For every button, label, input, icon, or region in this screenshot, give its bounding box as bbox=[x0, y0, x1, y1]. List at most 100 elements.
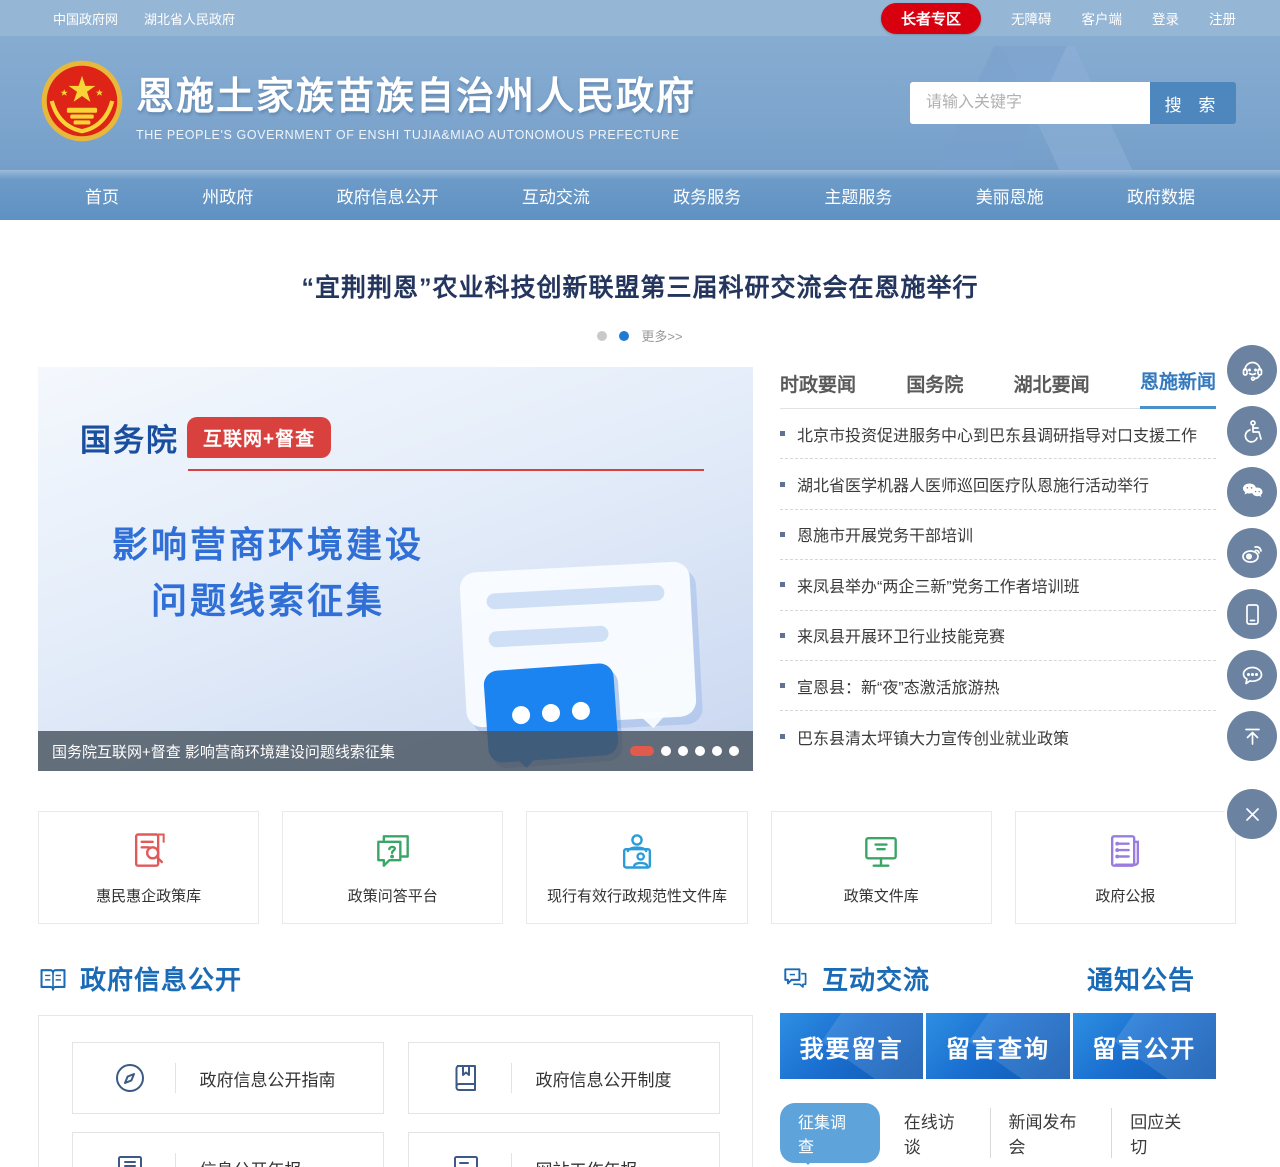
accessibility-icon bbox=[1239, 418, 1266, 445]
card-policy-library[interactable]: 惠民惠企政策库 bbox=[38, 811, 259, 924]
carousel-banner[interactable]: 国务院 互联网+督查 影响营商环境建设 问题线索征集 国务院互联网+督查 影响营… bbox=[38, 367, 753, 771]
weibo-button[interactable] bbox=[1227, 528, 1277, 578]
customer-service-icon bbox=[1239, 357, 1266, 384]
nav-item[interactable]: 主题服务 bbox=[814, 179, 902, 212]
info-item-annual-report[interactable]: 信息公开年报 bbox=[72, 1132, 384, 1167]
interaction-section: 互动交流 通知公告 我要留言留言查询留言公开 征集调查在线访谈新闻发布会回应关切… bbox=[780, 960, 1216, 1167]
info-item-system[interactable]: 政府信息公开制度 bbox=[408, 1042, 720, 1114]
banner-dot-active[interactable] bbox=[630, 746, 654, 756]
site-header: 恩施土家族苗族自治州人民政府 THE PEOPLE'S GOVERNMENT O… bbox=[0, 36, 1280, 170]
news-item[interactable]: 宣恩县：新“夜”态激活旅游热 bbox=[780, 661, 1216, 711]
news-tab[interactable]: 时政要闻 bbox=[780, 370, 856, 409]
banner-head: 国务院 互联网+督查 bbox=[80, 415, 331, 460]
banner-caption-text[interactable]: 国务院互联网+督查 影响营商环境建设问题线索征集 bbox=[52, 741, 395, 762]
news-tabs: 时政要闻 国务院 湖北要闻 恩施新闻 bbox=[780, 367, 1216, 409]
mobile-app-button[interactable] bbox=[1227, 589, 1277, 639]
news-item[interactable]: 来凤县举办“两企三新”党务工作者培训班 bbox=[780, 560, 1216, 610]
utility-links: 无障碍 客户端 登录 注册 bbox=[1011, 8, 1236, 28]
news-tab[interactable]: 国务院 bbox=[906, 370, 963, 409]
utility-link[interactable]: 无障碍 bbox=[1011, 8, 1052, 28]
banner-dot[interactable] bbox=[729, 746, 739, 756]
interaction-tab[interactable]: 在线访谈 bbox=[886, 1108, 990, 1158]
card-policy-qa[interactable]: 政策问答平台 bbox=[282, 811, 503, 924]
info-item-website-report[interactable]: 网站工作年报 bbox=[408, 1132, 720, 1167]
comment-icon bbox=[1239, 662, 1266, 689]
card-gov-gazette[interactable]: 政府公报 bbox=[1015, 811, 1236, 924]
section-title[interactable]: 互动交流 bbox=[822, 960, 930, 997]
news-list: 北京市投资促进服务中心到巴东县调研指导对口支援工作湖北省医学机器人医师巡回医疗队… bbox=[780, 409, 1216, 762]
carousel-dot-active[interactable] bbox=[619, 331, 629, 341]
weibo-icon bbox=[1239, 540, 1266, 567]
message-button[interactable]: 我要留言 bbox=[780, 1013, 923, 1079]
banner-dot[interactable] bbox=[661, 746, 671, 756]
floating-sidebar bbox=[1227, 345, 1277, 839]
info-item-label: 政府信息公开指南 bbox=[200, 1066, 336, 1091]
main-row: 国务院 互联网+督查 影响营商环境建设 问题线索征集 国务院互联网+督查 影响营… bbox=[38, 367, 1236, 771]
message-board-button[interactable] bbox=[1227, 650, 1277, 700]
info-item-label: 网站工作年报 bbox=[536, 1156, 638, 1167]
close-icon bbox=[1239, 801, 1266, 828]
news-item[interactable]: 湖北省医学机器人医师巡回医疗队恩施行活动举行 bbox=[780, 459, 1216, 509]
banner-dot[interactable] bbox=[678, 746, 688, 756]
back-to-top-button[interactable] bbox=[1227, 711, 1277, 761]
news-item[interactable]: 北京市投资促进服务中心到巴东县调研指导对口支援工作 bbox=[780, 409, 1216, 459]
nav-item[interactable]: 互动交流 bbox=[512, 179, 600, 212]
news-item[interactable]: 来凤县开展环卫行业技能竞赛 bbox=[780, 611, 1216, 661]
utility-link[interactable]: 注册 bbox=[1209, 8, 1236, 28]
card-normative-docs[interactable]: 现行有效行政规范性文件库 bbox=[526, 811, 747, 924]
info-item-guide[interactable]: 政府信息公开指南 bbox=[72, 1042, 384, 1114]
nav-item[interactable]: 首页 bbox=[75, 179, 129, 212]
carousel-dot[interactable] bbox=[597, 331, 607, 341]
interaction-tab[interactable]: 征集调查 bbox=[780, 1103, 880, 1163]
interaction-tab[interactable]: 回应关切 bbox=[1111, 1108, 1216, 1158]
nav-item[interactable]: 美丽恩施 bbox=[966, 179, 1054, 212]
section-title[interactable]: 政府信息公开 bbox=[80, 960, 242, 997]
message-button[interactable]: 留言查询 bbox=[926, 1013, 1069, 1079]
search-input[interactable] bbox=[910, 82, 1150, 124]
info-panel: 政府信息公开指南 政府信息公开制度 信息公开年报 bbox=[38, 1015, 753, 1167]
page: 中国政府网 湖北省人民政府 长者专区 无障碍 客户端 登录 注册 恩施土家族苗族自治州人… bbox=[0, 0, 1280, 1167]
banner-title-line1: 影响营商环境建设 bbox=[38, 517, 498, 573]
close-sidebar-button[interactable] bbox=[1227, 789, 1277, 839]
book-icon bbox=[449, 1061, 483, 1095]
utility-link[interactable]: 客户端 bbox=[1082, 8, 1123, 28]
banner-title: 影响营商环境建设 问题线索征集 bbox=[38, 517, 498, 629]
nav-item[interactable]: 政务服务 bbox=[663, 179, 751, 212]
banner-dot[interactable] bbox=[712, 746, 722, 756]
nav-item[interactable]: 政府信息公开 bbox=[327, 179, 449, 212]
nav-item[interactable]: 政府数据 bbox=[1117, 179, 1205, 212]
elder-zone-badge[interactable]: 长者专区 bbox=[881, 3, 981, 34]
main-nav: 首页 州政府 政府信息公开 互动交流 政务服务 主题服务 美丽恩施 政府数据 bbox=[0, 170, 1280, 220]
nav-item[interactable]: 州政府 bbox=[192, 179, 263, 212]
news-item[interactable]: 恩施市开展党务干部培训 bbox=[780, 510, 1216, 560]
quick-cards-row: 惠民惠企政策库 政策问答平台 现行有效行政规范性文件库 政策文件库 bbox=[38, 811, 1236, 924]
info-item-label: 政府信息公开制度 bbox=[536, 1066, 672, 1091]
search-box: 搜 索 bbox=[910, 82, 1236, 124]
card-policy-files[interactable]: 政策文件库 bbox=[771, 811, 992, 924]
wechat-button[interactable] bbox=[1227, 467, 1277, 517]
gov-link[interactable]: 湖北省人民政府 bbox=[144, 9, 235, 28]
search-button[interactable]: 搜 索 bbox=[1150, 82, 1236, 124]
news-tab[interactable]: 湖北要闻 bbox=[1014, 370, 1090, 409]
notice-heading[interactable]: 通知公告 bbox=[1066, 960, 1216, 997]
mobile-icon bbox=[1239, 601, 1266, 628]
info-section-head: 政府信息公开 bbox=[38, 960, 753, 997]
message-button[interactable]: 留言公开 bbox=[1073, 1013, 1216, 1079]
top-headline[interactable]: “宜荆荆恩”农业科技创新联盟第三届科研交流会在恩施举行 bbox=[0, 268, 1280, 304]
message-buttons: 我要留言留言查询留言公开 bbox=[780, 1013, 1216, 1079]
gov-link[interactable]: 中国政府网 bbox=[53, 9, 118, 28]
news-item[interactable]: 巴东县清太坪镇大力宣传创业就业政策 bbox=[780, 711, 1216, 761]
interaction-tab[interactable]: 新闻发布会 bbox=[990, 1108, 1112, 1158]
utility-link[interactable]: 登录 bbox=[1152, 8, 1179, 28]
accessibility-button[interactable] bbox=[1227, 406, 1277, 456]
banner-title-line2: 问题线索征集 bbox=[38, 573, 498, 629]
news-tab[interactable]: 恩施新闻 bbox=[1140, 367, 1216, 409]
headline-section: “宜荆荆恩”农业科技创新联盟第三届科研交流会在恩施举行 更多>> bbox=[0, 220, 1280, 345]
banner-dot[interactable] bbox=[695, 746, 705, 756]
customer-service-button[interactable] bbox=[1227, 345, 1277, 395]
site-title: 恩施土家族苗族自治州人民政府 bbox=[136, 65, 696, 120]
more-link[interactable]: 更多>> bbox=[641, 326, 682, 345]
chat-bubbles-icon bbox=[780, 964, 810, 994]
back-to-top-icon bbox=[1239, 723, 1266, 750]
topbar-right: 长者专区 无障碍 客户端 登录 注册 bbox=[881, 3, 1236, 34]
